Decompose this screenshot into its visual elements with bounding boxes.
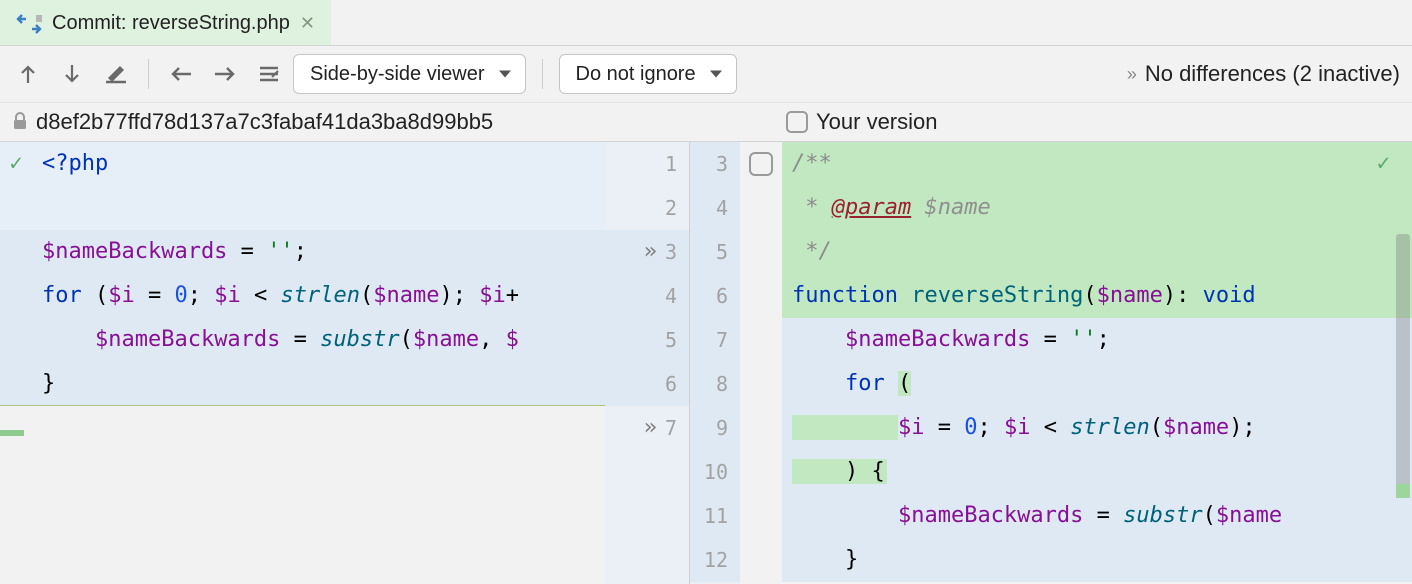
line-number: 4 [665, 274, 677, 318]
code-line[interactable]: } [782, 538, 1412, 582]
forward-button[interactable] [209, 58, 241, 90]
readonly-checkbox[interactable] [786, 111, 808, 133]
code-line[interactable]: */ [782, 230, 1412, 274]
line-number: 12 [704, 538, 728, 582]
chevrons-icon: » [1127, 64, 1133, 85]
right-gutter: 3456789101112 [690, 142, 740, 584]
diff-view: ✓<?php $nameBackwards = ''; for ($i = 0;… [0, 142, 1412, 584]
check-icon: ✓ [0, 142, 32, 186]
code-line[interactable]: function reverseString($name): void [782, 274, 1412, 318]
ignore-select[interactable]: Do not ignore [559, 54, 737, 94]
left-gutter: 12 » 3456 » 7 [605, 142, 689, 584]
right-pane[interactable]: /**✓ * @param $name */ function reverseS… [782, 142, 1412, 584]
code-line[interactable] [0, 406, 605, 450]
viewer-mode-select[interactable]: Side-by-side viewer [293, 54, 526, 94]
line-number: 6 [665, 362, 677, 406]
your-version-label: Your version [816, 109, 937, 135]
line-number: 3 [665, 230, 677, 274]
line-number: 5 [716, 230, 728, 274]
line-number: 2 [665, 186, 677, 230]
line-number: 3 [716, 142, 728, 186]
expand-chevron-icon[interactable]: » [644, 230, 651, 274]
code-line[interactable]: ✓<?php [0, 142, 605, 186]
line-number: 7 [716, 318, 728, 362]
left-pane[interactable]: ✓<?php $nameBackwards = ''; for ($i = 0;… [0, 142, 605, 584]
line-number: 9 [716, 406, 728, 450]
right-marker-gutter [740, 142, 782, 584]
line-number: 1 [665, 142, 677, 186]
viewer-mode-label: Side-by-side viewer [310, 63, 485, 86]
scrollbar[interactable] [1394, 142, 1412, 584]
next-diff-button[interactable] [56, 58, 88, 90]
back-button[interactable] [165, 58, 197, 90]
code-line[interactable]: for ($i = 0; $i < strlen($name); $i+ [0, 274, 605, 318]
code-line[interactable]: $nameBackwards = ''; [782, 318, 1412, 362]
code-line[interactable]: * @param $name [782, 186, 1412, 230]
commit-hash: d8ef2b77ffd78d137a7c3fabaf41da3ba8d99bb5 [36, 109, 493, 135]
diff-status: No differences (2 inactive) [1145, 61, 1400, 87]
close-icon[interactable]: ✕ [300, 13, 315, 34]
code-line[interactable]: $nameBackwards = substr($name [782, 494, 1412, 538]
edit-icon[interactable] [100, 58, 132, 90]
line-number: 11 [704, 494, 728, 538]
line-checkbox[interactable] [749, 152, 773, 176]
expand-chevron-icon[interactable]: » [644, 406, 651, 450]
check-icon: ✓ [1377, 142, 1390, 186]
prev-diff-button[interactable] [12, 58, 44, 90]
code-line[interactable]: /**✓ [782, 142, 1412, 186]
line-number: 10 [704, 450, 728, 494]
toolbar: Side-by-side viewer Do not ignore » No d… [0, 46, 1412, 102]
code-line[interactable]: $nameBackwards = ''; [0, 230, 605, 274]
line-number: 4 [716, 186, 728, 230]
code-line[interactable]: } [0, 362, 605, 406]
code-line[interactable]: ) { [782, 450, 1412, 494]
line-number: 8 [716, 362, 728, 406]
code-line[interactable]: for ( [782, 362, 1412, 406]
lock-icon [12, 111, 28, 134]
code-line[interactable]: $i = 0; $i < strlen($name); [782, 406, 1412, 450]
line-number: 5 [665, 318, 677, 362]
tab-bar: Commit: reverseString.php ✕ [0, 0, 1412, 46]
code-line[interactable] [0, 186, 605, 230]
tab-commit[interactable]: Commit: reverseString.php ✕ [0, 0, 331, 45]
tab-title: Commit: reverseString.php [52, 12, 290, 35]
line-number: 6 [716, 274, 728, 318]
line-number: 7 [665, 406, 677, 450]
settings-lines-icon[interactable] [253, 58, 285, 90]
diff-icon [16, 13, 42, 35]
ignore-label: Do not ignore [576, 63, 696, 86]
revision-header: d8ef2b77ffd78d137a7c3fabaf41da3ba8d99bb5… [0, 102, 1412, 142]
code-line[interactable]: $nameBackwards = substr($name, $ [0, 318, 605, 362]
